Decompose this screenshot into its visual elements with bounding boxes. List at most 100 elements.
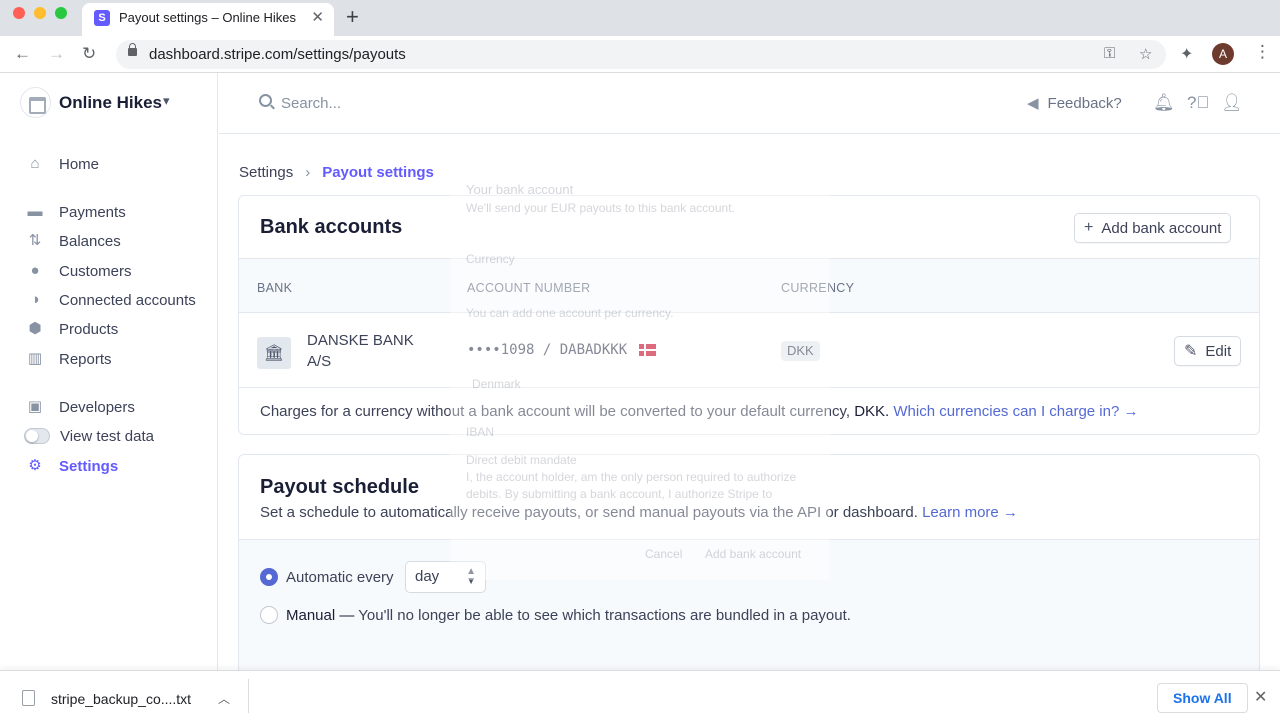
user-icon[interactable]: 👤︎ (1221, 93, 1243, 113)
browser-tab-bar: S Payout settings – Online Hikes ✕ + (0, 0, 1280, 36)
terminal-icon: ▣ (27, 398, 43, 415)
currency-badge: DKK (781, 341, 820, 361)
manual-radio[interactable] (260, 606, 278, 624)
sidebar-item-label: Connected accounts (59, 291, 196, 309)
url-bar[interactable]: dashboard.stripe.com/settings/payouts ⚿ … (116, 40, 1166, 69)
interval-select[interactable]: day ▲ ▼ (405, 561, 486, 593)
sidebar-item-label: Products (59, 320, 119, 338)
chevron-right-icon: › (305, 164, 311, 181)
denmark-flag-icon (639, 344, 657, 356)
test-data-toggle[interactable] (24, 428, 50, 444)
interval-value: day (415, 568, 440, 585)
schedule-options: Automatic every day ▲ ▼ Manual — You'll n… (239, 539, 1259, 683)
profile-avatar[interactable]: A (1212, 43, 1234, 65)
key-icon[interactable]: ⚿ (1104, 45, 1115, 62)
tab-title: Payout settings – Online Hikes (119, 10, 297, 25)
feedback-label: Feedback? (1047, 94, 1122, 112)
bell-icon[interactable]: 🔔︎ (1153, 93, 1175, 113)
account-number-text: ••••1098 / DABADKKK (467, 342, 628, 358)
pencil-icon: ✎ (1184, 343, 1198, 360)
close-window-button[interactable] (13, 7, 25, 19)
table-header: BANK ACCOUNT NUMBER CURRENCY (239, 258, 1259, 313)
top-header: Search... ◀ Feedback? 🔔︎ ?⃝ 👤︎ (219, 73, 1280, 134)
sidebar-item-developers[interactable]: ▣ Developers (26, 396, 135, 418)
plus-icon: + (1084, 219, 1094, 236)
sidebar-item-label: Home (59, 155, 100, 173)
stripe-favicon-icon: S (94, 10, 110, 26)
currency-note: Charges for a currency without a bank ac… (260, 403, 1139, 420)
sidebar-item-label: Payments (59, 203, 126, 221)
reload-icon[interactable]: ↻ (82, 44, 96, 64)
url-text: dashboard.stripe.com/settings/payouts (149, 46, 406, 63)
sidebar: Online Hikes ▾ ⌂ Home ▬ Payments ⇅ Balan… (0, 73, 218, 670)
connected-accounts-icon: ◑ (30, 291, 40, 308)
sidebar-item-payments[interactable]: ▬ Payments (26, 201, 126, 223)
forward-icon[interactable]: → (48, 44, 65, 64)
bank-icon: 🏛︎ (257, 337, 291, 369)
account-name[interactable]: Online Hikes (59, 93, 162, 113)
star-icon[interactable]: ☆ (1139, 45, 1152, 63)
feedback-button[interactable]: ◀ Feedback? (1027, 94, 1122, 113)
search-icon (259, 94, 272, 107)
sidebar-item-products[interactable]: ⬢ Products (26, 318, 118, 340)
bank-accounts-title: Bank accounts (260, 216, 403, 238)
file-icon (22, 690, 35, 706)
divider (248, 679, 249, 713)
maximize-window-button[interactable] (55, 7, 67, 19)
sidebar-item-label: Developers (59, 398, 135, 416)
sidebar-item-connected-accounts[interactable]: ◑ Connected accounts (26, 289, 196, 311)
edit-label: Edit (1205, 342, 1232, 360)
payout-schedule-card: Payout schedule Set a schedule to automa… (238, 454, 1260, 684)
sidebar-item-reports[interactable]: ▥ Reports (26, 348, 112, 370)
add-bank-account-button[interactable]: + Add bank account (1074, 213, 1232, 243)
bank-accounts-card: Bank accounts + Add bank account BANK AC… (238, 195, 1260, 435)
column-account-number: ACCOUNT NUMBER (467, 281, 591, 295)
search-input[interactable]: Search... (281, 95, 341, 112)
close-tab-icon[interactable]: ✕ (311, 8, 324, 26)
breadcrumb-settings[interactable]: Settings (239, 164, 293, 181)
select-arrows-icon: ▲ ▼ (466, 566, 476, 587)
sidebar-item-home[interactable]: ⌂ Home (26, 153, 99, 175)
gear-icon: ⚙ (28, 457, 42, 474)
reports-icon: ▥ (27, 350, 43, 367)
automatic-radio[interactable] (260, 568, 278, 586)
sidebar-item-label: View test data (60, 427, 154, 445)
show-all-button[interactable]: Show All (1157, 683, 1248, 713)
extensions-icon[interactable]: ✦ (1180, 44, 1193, 64)
back-icon[interactable]: ← (14, 44, 31, 64)
customers-icon: ● (30, 262, 40, 279)
close-icon[interactable]: ✕ (1254, 687, 1267, 707)
currencies-link[interactable]: Which currencies can I charge in? → (893, 403, 1138, 420)
breadcrumb: Settings › Payout settings (239, 164, 434, 181)
chevron-up-icon[interactable]: ︿ (218, 690, 230, 707)
note-currency: DKK. (854, 403, 890, 420)
browser-menu-icon[interactable]: ⋮ (1254, 42, 1271, 62)
new-tab-icon[interactable]: + (346, 4, 359, 30)
download-file[interactable]: stripe_backup_co....txt (51, 691, 191, 707)
sidebar-item-view-test-data[interactable]: View test data (24, 425, 154, 447)
payments-icon: ▬ (27, 203, 43, 220)
sidebar-item-customers[interactable]: ● Customers (26, 260, 131, 282)
breadcrumb-current: Payout settings (322, 164, 434, 181)
browser-tab[interactable]: S Payout settings – Online Hikes ✕ (82, 3, 334, 36)
sidebar-item-settings[interactable]: ⚙ Settings (26, 455, 118, 477)
payout-schedule-title: Payout schedule (260, 476, 419, 498)
lock-icon (128, 43, 137, 56)
divider (239, 387, 1259, 388)
subtitle-text: Set a schedule to automatically receive … (260, 504, 918, 521)
megaphone-icon: ◀ (1027, 95, 1039, 112)
minimize-window-button[interactable] (34, 7, 46, 19)
column-currency: CURRENCY (781, 281, 855, 295)
learn-more-link[interactable]: Learn more → (922, 504, 1018, 521)
balances-icon: ⇅ (28, 232, 42, 249)
edit-button[interactable]: ✎ Edit (1174, 336, 1242, 366)
home-icon: ⌂ (30, 155, 40, 172)
sidebar-item-label: Balances (59, 232, 121, 250)
chevron-down-icon[interactable]: ▾ (163, 93, 170, 109)
account-logo-icon[interactable] (20, 87, 51, 118)
sidebar-item-label: Settings (59, 457, 119, 475)
add-bank-account-label: Add bank account (1101, 219, 1222, 237)
address-toolbar: ← → ↻ dashboard.stripe.com/settings/payo… (0, 36, 1280, 73)
help-icon[interactable]: ?⃝ (1187, 93, 1209, 113)
sidebar-item-balances[interactable]: ⇅ Balances (26, 230, 121, 252)
